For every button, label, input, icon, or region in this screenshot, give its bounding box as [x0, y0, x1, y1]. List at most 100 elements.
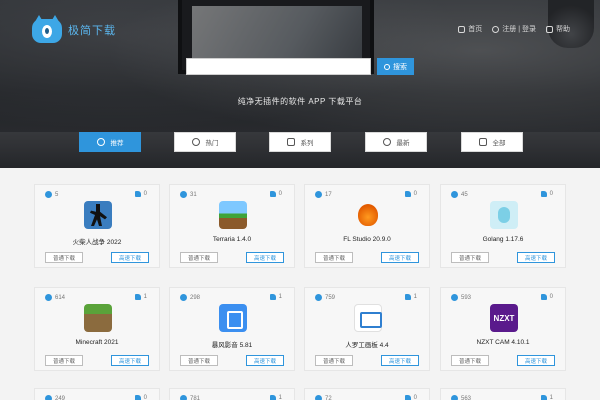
- like-count[interactable]: 1: [540, 395, 553, 400]
- app-card[interactable]: 563 1: [440, 388, 566, 400]
- tab-series[interactable]: 系列: [269, 132, 331, 152]
- like-count[interactable]: 1: [134, 294, 147, 300]
- like-count[interactable]: 0: [404, 395, 417, 400]
- thumbs-up-icon: [540, 191, 547, 197]
- help-icon: [546, 25, 553, 33]
- fl-studio-icon[interactable]: [354, 201, 382, 229]
- clock-icon: [382, 138, 391, 146]
- app-card[interactable]: 45 0 Golang 1.17.6 普通下载 高速下载: [440, 184, 566, 268]
- fast-download-button[interactable]: 高速下载: [381, 355, 419, 366]
- home-link[interactable]: 首页: [458, 24, 482, 34]
- app-card[interactable]: 17 0 FL Studio 20.9.0 普通下载 高速下载: [304, 184, 430, 268]
- fast-download-button[interactable]: 高速下载: [246, 252, 284, 263]
- login-register-link[interactable]: 注册 | 登录: [492, 24, 536, 34]
- like-count[interactable]: 0: [540, 191, 553, 197]
- eye-icon: [180, 294, 187, 301]
- view-count: 298: [180, 294, 200, 301]
- tab-recommended[interactable]: 推荐: [79, 132, 141, 152]
- app-card[interactable]: 249 0: [34, 388, 160, 400]
- normal-download-button[interactable]: 普通下载: [180, 355, 218, 366]
- tab-hot[interactable]: 热门: [174, 132, 236, 152]
- stickman-war-icon[interactable]: [84, 201, 112, 229]
- app-card[interactable]: 31 0 Terraria 1.4.0 普通下载 高速下载: [169, 184, 295, 268]
- normal-download-button[interactable]: 普通下载: [45, 355, 83, 366]
- app-card[interactable]: 5 0 火柴人战争 2022 普通下载 高速下载: [34, 184, 160, 268]
- fast-download-button[interactable]: 高速下载: [517, 252, 555, 263]
- view-count: 563: [451, 395, 471, 400]
- like-count[interactable]: 1: [404, 294, 417, 300]
- app-name[interactable]: NZXT CAM 4.10.1: [441, 339, 565, 346]
- eye-icon: [451, 395, 458, 400]
- site-name[interactable]: 极简下载: [68, 22, 116, 38]
- search-input[interactable]: [186, 58, 371, 75]
- app-card[interactable]: 593 0 NZXT NZXT CAM 4.10.1 普通下载 高速下载: [440, 287, 566, 371]
- search-icon: [384, 63, 390, 70]
- eye-icon: [315, 294, 322, 301]
- app-card[interactable]: 614 1 Minecraft 2021 普通下载 高速下载: [34, 287, 160, 371]
- thumb-icon: [191, 138, 200, 146]
- eye-icon: [45, 294, 52, 301]
- category-tabs: 推荐 热门 系列 最新 全部: [79, 132, 529, 152]
- view-count: 17: [315, 191, 332, 198]
- fast-download-button[interactable]: 高速下载: [381, 252, 419, 263]
- tab-latest[interactable]: 最新: [365, 132, 427, 152]
- thumbs-up-icon: [404, 294, 411, 300]
- normal-download-button[interactable]: 普通下载: [315, 355, 353, 366]
- golang-icon[interactable]: [490, 201, 518, 229]
- like-count[interactable]: 0: [404, 191, 417, 197]
- app-name[interactable]: FL Studio 20.9.0: [305, 236, 429, 243]
- like-count[interactable]: 1: [269, 395, 282, 400]
- app-name[interactable]: Terraria 1.4.0: [170, 236, 294, 243]
- grid-icon: [478, 138, 487, 146]
- baofeng-icon[interactable]: [219, 304, 247, 332]
- normal-download-button[interactable]: 普通下载: [451, 252, 489, 263]
- eye-icon: [180, 395, 187, 400]
- app-card[interactable]: 72 0: [304, 388, 430, 400]
- slogan: 纯净无插件的软件 APP 下载平台: [237, 97, 363, 106]
- minecraft-icon[interactable]: [84, 304, 112, 332]
- normal-download-button[interactable]: 普通下载: [180, 252, 218, 263]
- normal-download-button[interactable]: 普通下载: [451, 355, 489, 366]
- fast-download-button[interactable]: 高速下载: [111, 252, 149, 263]
- site-logo[interactable]: [32, 15, 62, 43]
- app-card[interactable]: 759 1 人罗工画板 4.4 普通下载 高速下载: [304, 287, 430, 371]
- app-card[interactable]: 298 1 暴风影音 5.81 普通下载 高速下载: [169, 287, 295, 371]
- eye-icon: [45, 395, 52, 400]
- app-name[interactable]: 人罗工画板 4.4: [305, 339, 429, 349]
- view-count: 614: [45, 294, 65, 301]
- thumbs-up-icon: [134, 191, 141, 197]
- eye-icon: [315, 191, 322, 198]
- thumbs-up-icon: [404, 191, 411, 197]
- normal-download-button[interactable]: 普通下载: [315, 252, 353, 263]
- thumbs-up-icon: [269, 191, 276, 197]
- thumbs-up-icon: [269, 395, 276, 400]
- nzxt-icon[interactable]: NZXT: [490, 304, 518, 332]
- tab-all[interactable]: 全部: [461, 132, 523, 152]
- help-link[interactable]: 帮助: [546, 24, 570, 34]
- ren-icon[interactable]: [354, 304, 382, 332]
- thumbs-up-icon: [540, 395, 547, 400]
- fast-download-button[interactable]: 高速下载: [246, 355, 284, 366]
- eye-icon: [451, 191, 458, 198]
- app-card[interactable]: 781 1: [169, 388, 295, 400]
- like-count[interactable]: 0: [269, 191, 282, 197]
- eye-icon: [315, 395, 322, 400]
- like-count[interactable]: 0: [134, 395, 147, 400]
- normal-download-button[interactable]: 普通下载: [45, 252, 83, 263]
- view-count: 45: [451, 191, 468, 198]
- app-name[interactable]: 暴风影音 5.81: [170, 339, 294, 349]
- app-name[interactable]: Golang 1.17.6: [441, 236, 565, 243]
- app-name[interactable]: Minecraft 2021: [35, 339, 159, 346]
- like-count[interactable]: 1: [269, 294, 282, 300]
- eye-icon: [45, 191, 52, 198]
- search-button[interactable]: 搜索: [377, 58, 414, 75]
- terraria-icon[interactable]: [219, 201, 247, 229]
- top-nav: 首页 注册 | 登录 帮助: [458, 24, 570, 34]
- fast-download-button[interactable]: 高速下载: [517, 355, 555, 366]
- like-count[interactable]: 0: [540, 294, 553, 300]
- thumbs-up-icon: [269, 294, 276, 300]
- like-count[interactable]: 0: [134, 191, 147, 197]
- app-name[interactable]: 火柴人战争 2022: [35, 236, 159, 246]
- view-count: 72: [315, 395, 332, 400]
- fast-download-button[interactable]: 高速下载: [111, 355, 149, 366]
